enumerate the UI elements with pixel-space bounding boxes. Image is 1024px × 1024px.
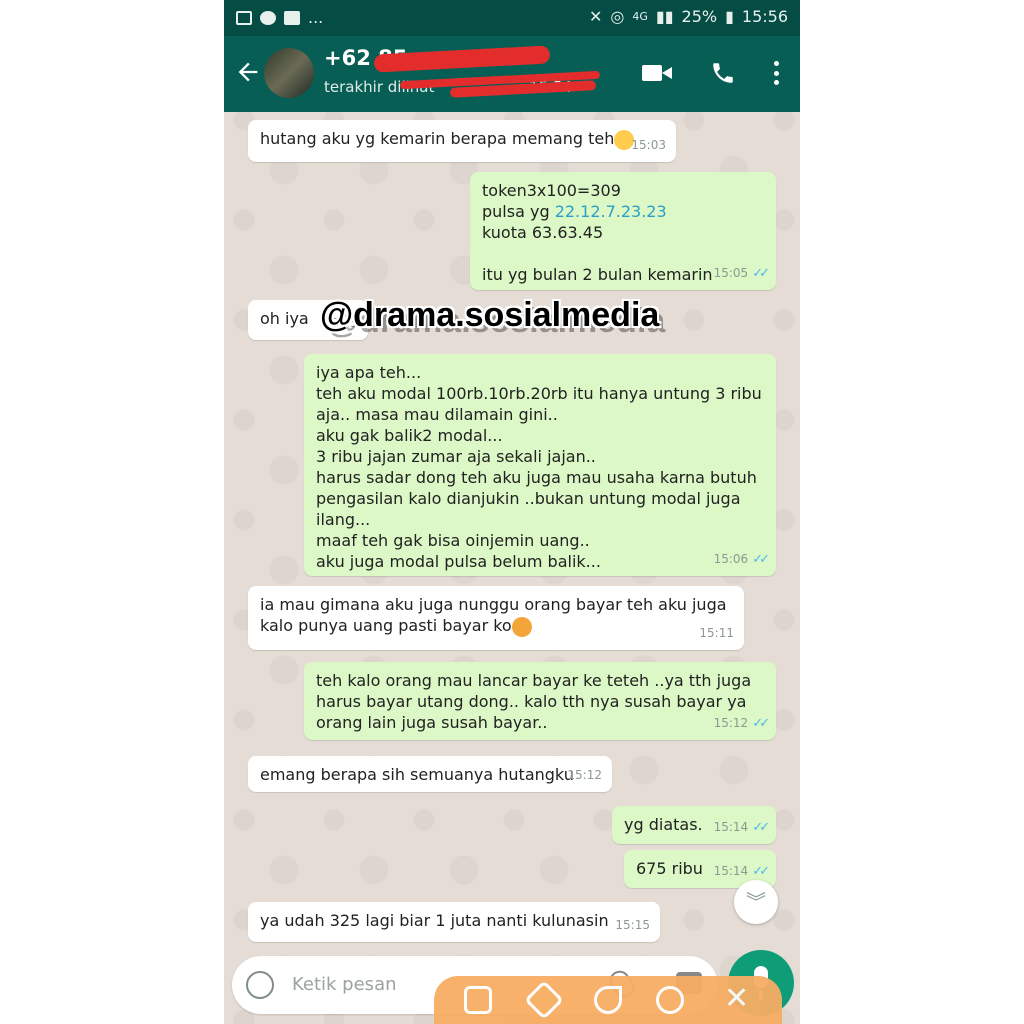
message-time: 15:14 — [713, 864, 749, 878]
alarm-icon: ◎ — [610, 7, 625, 26]
read-ticks-icon: ✓✓ — [752, 552, 770, 567]
screenshot-edit-toolbar: ✕ — [434, 976, 782, 1024]
facebook-notification-icon — [284, 10, 300, 25]
notification-icons: ... — [236, 8, 323, 27]
message-text: ia mau gimana aku juga nunggu orang baya… — [260, 595, 727, 635]
message-time: 15:12 — [713, 716, 749, 730]
message-time: 15:03 — [631, 138, 666, 152]
message-text: iya apa teh... teh aku modal 100rb.10rb.… — [316, 363, 762, 571]
app-notification-icon — [260, 10, 276, 25]
double-chevron-down-icon[interactable]: ︾ — [734, 880, 778, 924]
message-text: emang berapa sih semuanya hutangku — [260, 765, 574, 784]
signal-icon: ▮▮ — [655, 7, 674, 26]
status-bar: ... ✕ ◎ 4G ▮▮ 25% ▮ 15:56 — [224, 0, 800, 36]
watermark: @drama.sosialmedia — [320, 296, 660, 334]
message-time: 15:06 — [713, 552, 749, 566]
system-status: ✕ ◎ 4G ▮▮ 25% ▮ 15:56 — [589, 7, 788, 26]
share-tool-icon[interactable] — [594, 986, 622, 1014]
avatar[interactable] — [264, 48, 314, 98]
message-meta: 15:03 — [631, 135, 666, 156]
pulsa-values: 22.12.7.23.23 — [554, 202, 667, 221]
message-meta: 15:06 ✓✓ — [713, 549, 770, 570]
message-incoming[interactable]: hutang aku yg kemarin berapa memang teh … — [248, 120, 676, 162]
message-text: 675 ribu — [636, 859, 703, 878]
battery-level: 25% — [681, 7, 718, 26]
message-outgoing[interactable]: yg diatas. 15:14 ✓✓ — [612, 806, 776, 844]
message-text: yg diatas. — [624, 815, 703, 834]
network-type: 4G — [632, 10, 648, 23]
message-time: 15:15 — [615, 918, 650, 932]
arrow-left-icon[interactable] — [234, 58, 262, 86]
message-time: 15:12 — [567, 768, 602, 782]
message-meta: 15:12 — [567, 765, 602, 786]
message-text: teh kalo orang mau lancar bayar ke teteh… — [316, 671, 752, 732]
read-ticks-icon: ✓✓ — [752, 864, 770, 879]
message-outgoing[interactable]: teh kalo orang mau lancar bayar ke teteh… — [304, 662, 776, 740]
read-ticks-icon: ✓✓ — [752, 266, 770, 281]
message-incoming[interactable]: emang berapa sih semuanya hutangku 15:12 — [248, 756, 612, 792]
message-text: ya udah 325 lagi biar 1 juta nanti kulun… — [260, 911, 609, 930]
message-text: hutang aku yg kemarin berapa memang teh — [260, 129, 615, 148]
message-text: oh iya — [260, 309, 309, 328]
message-outgoing[interactable]: iya apa teh... teh aku modal 100rb.10rb.… — [304, 354, 776, 576]
message-meta: 15:12 ✓✓ — [713, 713, 770, 734]
message-meta: 15:14 ✓✓ — [713, 861, 770, 882]
video-call-icon[interactable] — [642, 63, 672, 83]
message-meta: 15:11 — [699, 623, 734, 644]
camera-tool-icon[interactable] — [464, 986, 492, 1014]
message-meta: 15:05 ✓✓ — [713, 263, 770, 284]
palette-tool-icon[interactable] — [656, 986, 684, 1014]
message-text: token3x100=309 — [482, 181, 621, 200]
clock: 15:56 — [741, 7, 788, 26]
mute-icon: ✕ — [589, 7, 603, 26]
chat-header: +62 85 terakhir dilihat 15.54 — [224, 36, 800, 112]
phone-icon[interactable] — [710, 60, 736, 86]
message-incoming[interactable]: ia mau gimana aku juga nunggu orang baya… — [248, 586, 744, 650]
read-ticks-icon: ✓✓ — [752, 820, 770, 835]
message-meta: 15:15 — [615, 915, 650, 936]
header-actions — [642, 60, 780, 86]
message-meta: 15:14 ✓✓ — [713, 817, 770, 838]
more-vert-icon[interactable] — [774, 61, 780, 85]
emoji-icon[interactable] — [246, 971, 274, 999]
message-text-pulsa: pulsa yg 22.12.7.23.23 — [482, 202, 667, 221]
message-time: 15:14 — [713, 820, 749, 834]
message-outgoing[interactable]: token3x100=309 pulsa yg 22.12.7.23.23 ku… — [470, 172, 776, 290]
gallery-notification-icon — [236, 10, 252, 25]
battery-icon: ▮ — [725, 7, 734, 26]
read-ticks-icon: ✓✓ — [752, 716, 770, 731]
tired-face-emoji-icon — [511, 616, 532, 637]
message-time: 15:05 — [713, 266, 749, 280]
message-time: 15:11 — [699, 626, 734, 640]
phone-screen: ... ✕ ◎ 4G ▮▮ 25% ▮ 15:56 +62 85 terakhi… — [224, 0, 800, 1024]
more-notifications: ... — [308, 8, 324, 27]
eraser-tool-icon[interactable] — [524, 980, 564, 1020]
message-input[interactable]: Ketik pesan — [292, 974, 397, 995]
message-incoming[interactable]: ya udah 325 lagi biar 1 juta nanti kulun… — [248, 902, 660, 942]
close-icon[interactable]: ✕ — [724, 982, 749, 1016]
